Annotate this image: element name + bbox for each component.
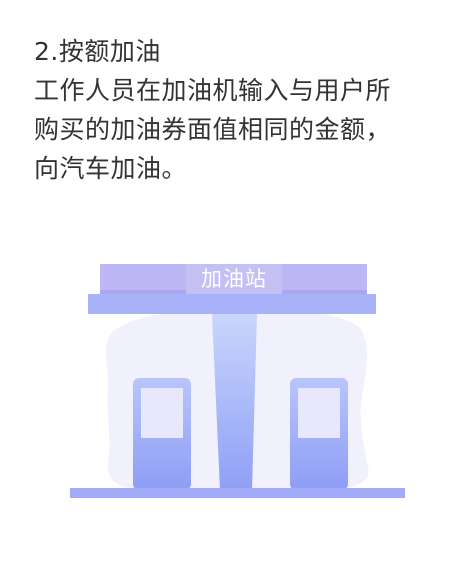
canopy-base bbox=[88, 294, 376, 314]
right-pump-screen bbox=[298, 388, 340, 438]
ground-line bbox=[70, 488, 405, 498]
left-pump-screen bbox=[141, 388, 183, 438]
gas-station-sign: 加油站 bbox=[186, 264, 282, 294]
